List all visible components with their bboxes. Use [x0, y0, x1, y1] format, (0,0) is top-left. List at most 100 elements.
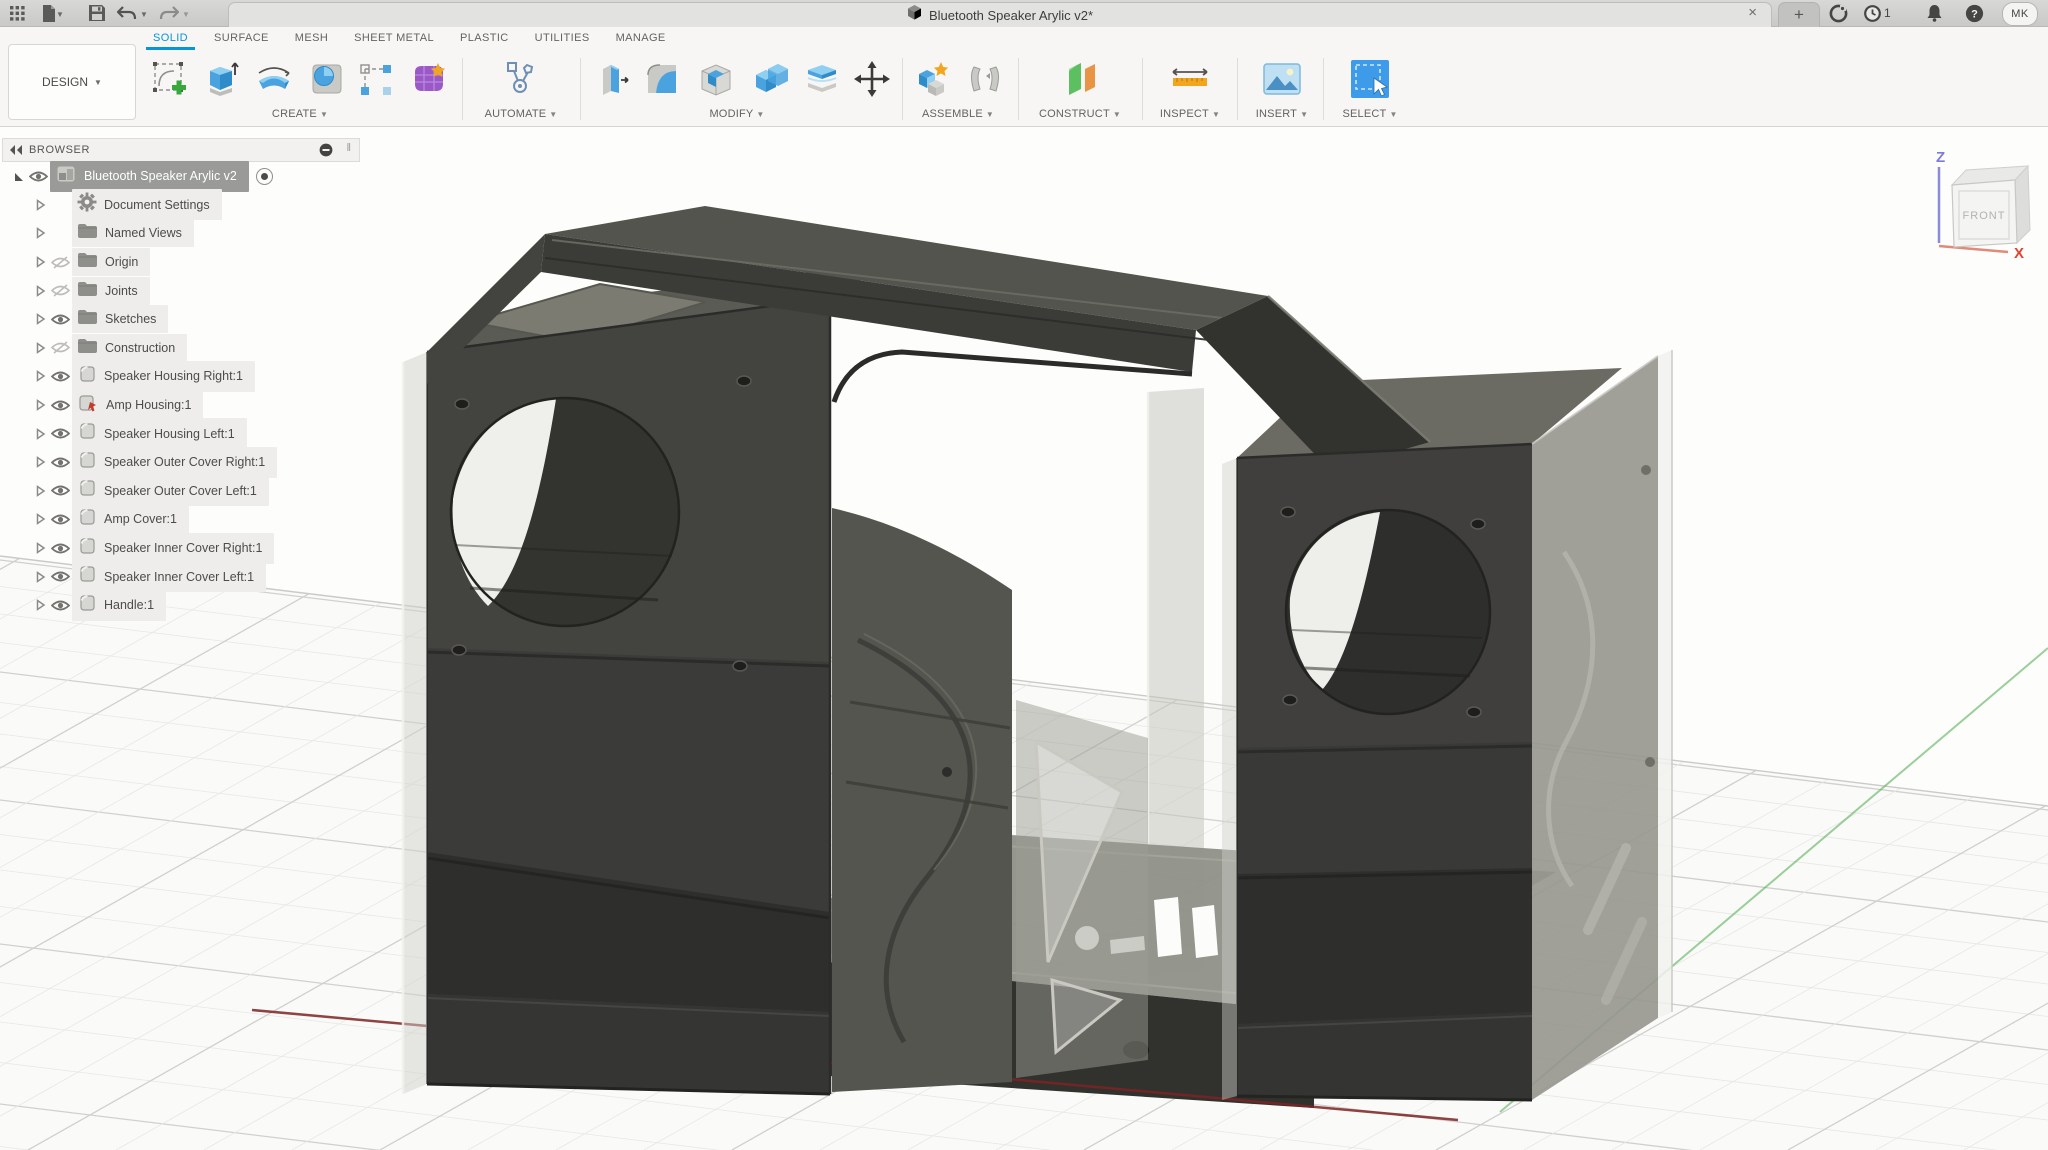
browser-row-sketches[interactable]: Sketches: [2, 305, 360, 334]
ribbon-tab-solid[interactable]: SOLID: [140, 26, 201, 50]
close-tab-icon[interactable]: ×: [1748, 4, 1757, 21]
collapsed-triangle-icon[interactable]: [32, 455, 48, 469]
browser-row-strip[interactable]: Document Settings: [72, 189, 222, 220]
select-button[interactable]: [1348, 56, 1392, 102]
ribbon-tab-utilities[interactable]: UTILITIES: [522, 26, 603, 50]
hole-button[interactable]: [305, 56, 349, 102]
browser-row-handle-1[interactable]: Handle:1: [2, 591, 360, 620]
collapsed-triangle-icon[interactable]: [32, 598, 48, 612]
split-body-button[interactable]: [800, 56, 844, 102]
visibility-eye-off-icon[interactable]: [48, 255, 72, 270]
browser-row-document-settings[interactable]: Document Settings: [2, 191, 360, 220]
collapsed-triangle-icon[interactable]: [32, 398, 48, 412]
browser-row-strip[interactable]: Speaker Housing Right:1: [72, 361, 255, 392]
ribbon-tab-mesh[interactable]: MESH: [282, 26, 341, 50]
undo-icon[interactable]: [116, 3, 138, 23]
extensions-icon[interactable]: [1826, 2, 1850, 24]
collapsed-triangle-icon[interactable]: [32, 541, 48, 555]
ribbon-tab-manage[interactable]: MANAGE: [603, 26, 679, 50]
browser-row-strip[interactable]: Amp Housing:1: [72, 390, 203, 421]
collapsed-triangle-icon[interactable]: [32, 341, 48, 355]
save-icon[interactable]: [86, 3, 108, 23]
collapsed-triangle-icon[interactable]: [32, 198, 48, 212]
browser-row-strip[interactable]: Construction: [72, 334, 187, 362]
undo-caret[interactable]: ▼: [140, 10, 148, 19]
collapsed-triangle-icon[interactable]: [32, 312, 48, 326]
create-form-button[interactable]: [408, 56, 452, 102]
create-group-label[interactable]: CREATE▼: [272, 108, 328, 120]
automate-group-label[interactable]: AUTOMATE▼: [485, 108, 558, 120]
browser-row-amp-cover-1[interactable]: Amp Cover:1: [2, 505, 360, 534]
browser-row-construction[interactable]: Construction: [2, 334, 360, 363]
visibility-eye-icon[interactable]: [48, 399, 72, 412]
collapsed-triangle-icon[interactable]: [32, 369, 48, 383]
browser-row-speaker-housing-right-1[interactable]: Speaker Housing Right:1: [2, 362, 360, 391]
automate-button[interactable]: [498, 56, 542, 102]
browser-row-bluetooth-speaker-arylic-v2[interactable]: Bluetooth Speaker Arylic v2: [2, 162, 360, 191]
browser-row-speaker-outer-cover-right-1[interactable]: Speaker Outer Cover Right:1: [2, 448, 360, 477]
ribbon-tab-plastic[interactable]: PLASTIC: [447, 26, 522, 50]
panel-grip-icon[interactable]: ‖: [346, 142, 351, 154]
rectangular-pattern-button[interactable]: [355, 56, 399, 102]
display-settings-icon[interactable]: [319, 143, 333, 162]
joint-button[interactable]: [963, 56, 1007, 102]
ribbon-tab-surface[interactable]: SURFACE: [201, 26, 282, 50]
browser-row-strip[interactable]: Speaker Outer Cover Right:1: [72, 447, 277, 478]
insert-group-label[interactable]: INSERT▼: [1256, 108, 1308, 120]
collapsed-triangle-icon[interactable]: [32, 570, 48, 584]
browser-row-strip[interactable]: Joints: [72, 277, 150, 305]
document-tab[interactable]: Bluetooth Speaker Arylic v2* ×: [228, 2, 1772, 27]
browser-row-origin[interactable]: Origin: [2, 248, 360, 277]
visibility-eye-icon[interactable]: [48, 456, 72, 469]
browser-row-strip[interactable]: Bluetooth Speaker Arylic v2: [50, 161, 249, 192]
collapsed-triangle-icon[interactable]: [32, 512, 48, 526]
inspect-group-label[interactable]: INSPECT▼: [1160, 108, 1220, 120]
assemble-group-label[interactable]: ASSEMBLE▼: [922, 108, 994, 120]
visibility-eye-icon[interactable]: [48, 370, 72, 383]
browser-row-strip[interactable]: Speaker Inner Cover Left:1: [72, 561, 266, 592]
notifications-bell-icon[interactable]: [1922, 2, 1946, 24]
app-grid-icon[interactable]: [6, 3, 28, 23]
visibility-eye-icon[interactable]: [48, 542, 72, 555]
collapsed-triangle-icon[interactable]: [32, 226, 48, 240]
browser-row-strip[interactable]: Speaker Inner Cover Right:1: [72, 533, 274, 564]
activate-component-radio[interactable]: [256, 168, 273, 185]
browser-row-speaker-housing-left-1[interactable]: Speaker Housing Left:1: [2, 419, 360, 448]
shell-button[interactable]: [694, 56, 738, 102]
visibility-eye-icon[interactable]: [26, 170, 50, 183]
collapsed-triangle-icon[interactable]: [32, 255, 48, 269]
workspace-selector[interactable]: DESIGN ▼: [8, 44, 136, 120]
expanded-triangle-icon[interactable]: [10, 170, 26, 182]
help-icon[interactable]: ?: [1962, 2, 1986, 24]
visibility-eye-icon[interactable]: [48, 570, 72, 583]
visibility-eye-icon[interactable]: [48, 427, 72, 440]
revolve-button[interactable]: [252, 56, 296, 102]
model-inner-cover-left[interactable]: [832, 508, 1012, 1092]
new-component-button[interactable]: [912, 56, 956, 102]
browser-row-named-views[interactable]: Named Views: [2, 219, 360, 248]
new-file-caret[interactable]: ▼: [56, 10, 64, 19]
browser-row-strip[interactable]: Amp Cover:1: [72, 504, 189, 535]
visibility-eye-icon[interactable]: [48, 484, 72, 497]
move-copy-button[interactable]: [850, 56, 894, 102]
collapsed-triangle-icon[interactable]: [32, 427, 48, 441]
browser-row-strip[interactable]: Handle:1: [72, 590, 166, 621]
visibility-eye-icon[interactable]: [48, 513, 72, 526]
browser-row-strip[interactable]: Named Views: [72, 219, 194, 247]
browser-row-strip[interactable]: Speaker Housing Left:1: [72, 418, 247, 449]
visibility-eye-icon[interactable]: [48, 599, 72, 612]
collapsed-triangle-icon[interactable]: [32, 484, 48, 498]
browser-row-speaker-outer-cover-left-1[interactable]: Speaker Outer Cover Left:1: [2, 477, 360, 506]
model-amp-bracket[interactable]: [1016, 700, 1148, 1078]
browser-row-speaker-inner-cover-right-1[interactable]: Speaker Inner Cover Right:1: [2, 534, 360, 563]
visibility-eye-off-icon[interactable]: [48, 283, 72, 298]
measure-button[interactable]: [1168, 56, 1212, 102]
browser-row-strip[interactable]: Sketches: [72, 305, 168, 333]
press-pull-button[interactable]: [592, 56, 636, 102]
browser-row-strip[interactable]: Speaker Outer Cover Left:1: [72, 475, 269, 506]
visibility-eye-icon[interactable]: [48, 313, 72, 326]
fillet-button[interactable]: [640, 56, 684, 102]
model-speaker-housing-left[interactable]: [403, 262, 892, 1094]
browser-row-strip[interactable]: Origin: [72, 248, 150, 276]
redo-icon[interactable]: [158, 3, 180, 23]
